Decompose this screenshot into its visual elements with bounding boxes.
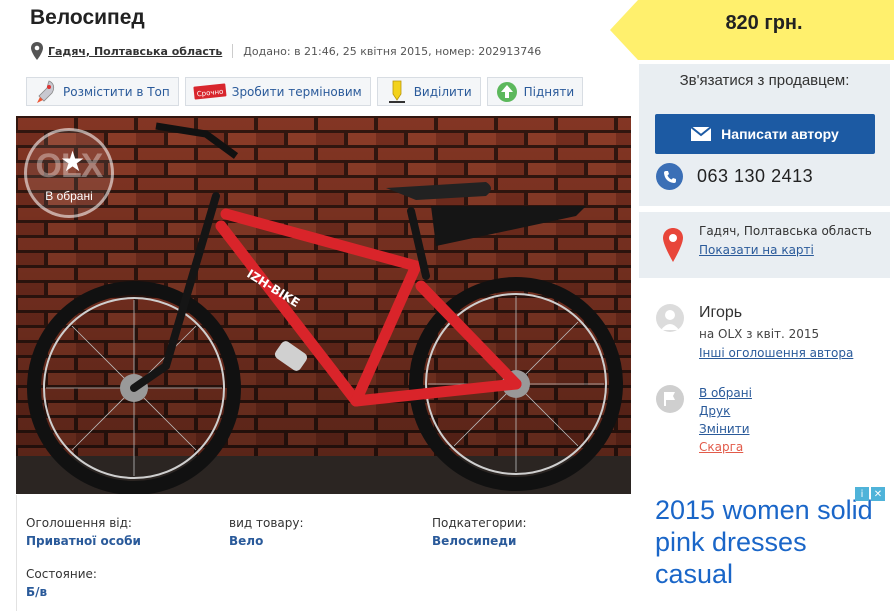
report-link[interactable]: Скарга: [699, 440, 743, 454]
add-to-favorites-badge[interactable]: OLX ★ В обрані: [24, 128, 114, 218]
detail-value-link[interactable]: Б/в: [26, 585, 97, 599]
detail-subcategory: Подкатегории: Велосипеди: [432, 516, 527, 548]
highlight-label: Виділити: [413, 84, 472, 99]
message-author-button[interactable]: Написати автору: [655, 114, 875, 154]
listing-meta-row: Гадяч, Полтавська область Додано: в 21:4…: [30, 42, 541, 60]
meta-divider: [232, 44, 234, 58]
star-icon: ★: [60, 145, 86, 178]
detail-key: Оголошення від:: [26, 516, 132, 530]
ad-choices[interactable]: i ✕: [855, 487, 885, 501]
seller-name: Игорь: [699, 304, 743, 321]
listing-details: [16, 495, 631, 611]
seller-since: на OLX з квіт. 2015: [699, 327, 820, 341]
price-value: 820 грн.: [725, 12, 803, 34]
listing-added-info: Додано: в 21:46, 25 квітня 2015, номер: …: [243, 44, 542, 58]
detail-key: Подкатегории:: [432, 516, 527, 530]
map-pin-icon: [31, 42, 43, 60]
favorites-badge-label: В обрані: [45, 189, 93, 203]
listing-title: Велосипед: [30, 6, 145, 29]
edit-link[interactable]: Змінити: [699, 422, 750, 436]
show-on-map-link[interactable]: Показати на карті: [699, 243, 814, 257]
highlight-button[interactable]: Виділити: [376, 77, 481, 106]
make-urgent-label: Зробити терміновим: [231, 84, 362, 99]
location-city: Гадяч, Полтавська область: [699, 224, 872, 238]
phone-number[interactable]: 063 130 2413: [697, 166, 813, 187]
listing-city-link[interactable]: Гадяч, Полтавська область: [48, 45, 222, 58]
detail-key: Состояние:: [26, 567, 97, 581]
envelope-icon: [691, 127, 712, 141]
detail-condition: Состояние: Б/в: [26, 567, 97, 599]
ad-info-icon[interactable]: i: [855, 487, 869, 501]
promote-top-button[interactable]: Розмістити в Топ: [26, 77, 179, 106]
detail-value-link[interactable]: Вело: [229, 534, 304, 548]
detail-product-type: вид товару: Вело: [229, 516, 304, 548]
make-urgent-button[interactable]: Срочно Зробити терміновим: [184, 77, 371, 106]
up-arrow-icon: [494, 79, 520, 105]
detail-value-link[interactable]: Приватної особи: [26, 534, 141, 548]
seller-other-ads-link[interactable]: Інші оголошення автора: [699, 346, 853, 360]
bump-up-label: Підняти: [523, 84, 575, 99]
urgent-stamp-icon: Срочно: [192, 79, 228, 105]
print-link[interactable]: Друк: [699, 404, 730, 418]
rocket-icon: [33, 79, 59, 105]
flag-icon: [656, 385, 684, 413]
detail-seller-type: Оголошення від: Приватної особи: [26, 516, 141, 548]
phone-row[interactable]: 063 130 2413: [656, 163, 813, 190]
ad-close-icon[interactable]: ✕: [871, 487, 885, 501]
detail-key: вид товару:: [229, 516, 304, 530]
promote-top-label: Розмістити в Топ: [63, 84, 170, 99]
phone-icon: [656, 163, 683, 190]
promotion-actions: Розмістити в Топ Срочно Зробити термінов…: [26, 77, 584, 106]
bump-up-button[interactable]: Підняти: [486, 77, 584, 106]
add-to-favorites-link[interactable]: В обрані: [699, 386, 752, 400]
avatar: [656, 304, 684, 332]
message-author-label: Написати автору: [721, 126, 839, 142]
map-marker-icon: [663, 228, 683, 262]
highlighter-icon: [384, 79, 410, 105]
detail-value-link[interactable]: Велосипеди: [432, 534, 527, 548]
contact-title: Зв'язатися з продавцем:: [679, 72, 850, 89]
ad-text[interactable]: 2015 women solid pink dresses casual: [655, 494, 885, 590]
